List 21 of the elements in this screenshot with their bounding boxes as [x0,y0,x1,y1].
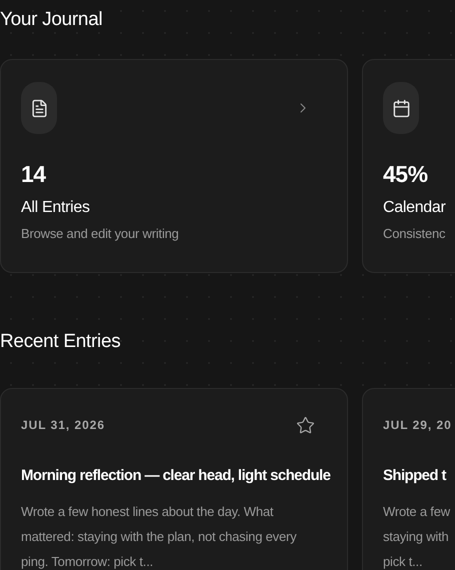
stat-card[interactable]: 45% Calendar Consistenc [362,59,455,273]
stat-label: All Entries [21,198,91,218]
entry-excerpt: Wrote a few honest lines about the day. What mattered: staying with the plan, not chasing every ping. Tomorrow: pick t... [21,503,298,570]
stat-value: 14 [21,160,47,188]
star-icon[interactable] [296,416,315,434]
entry-date: JUL 31, 2026 [21,417,106,434]
entry-card[interactable]: JUL 31, 2026 Morning reflection — clear head, light schedule Wrote a few honest lines about the day. What mattered: staying with the plan, not chasing every ping. Tomorrow: pick t... [0,388,348,570]
stat-card[interactable]: 14 All Entries Browse and edit your writing [0,59,348,273]
stat-value: 45% [383,160,429,188]
section-heading: Recent Entries [0,330,122,354]
stat-description: Consistenc [383,225,446,243]
calendar-icon [392,98,410,118]
entry-card[interactable]: JUL 29, 20 Shipped t Wrote a few staying with pick t... [362,388,455,570]
entry-title: Morning reflection — clear head, light schedule [21,466,330,486]
entry-date: JUL 29, 20 [383,417,452,434]
document-icon [30,98,48,118]
entry-excerpt: Wrote a few staying with pick t... [383,503,452,570]
entry-title: Shipped t [383,466,446,486]
stat-description: Browse and edit your writing [21,225,180,243]
section-heading: Your Journal [0,8,104,32]
stat-label: Calendar [383,198,447,218]
